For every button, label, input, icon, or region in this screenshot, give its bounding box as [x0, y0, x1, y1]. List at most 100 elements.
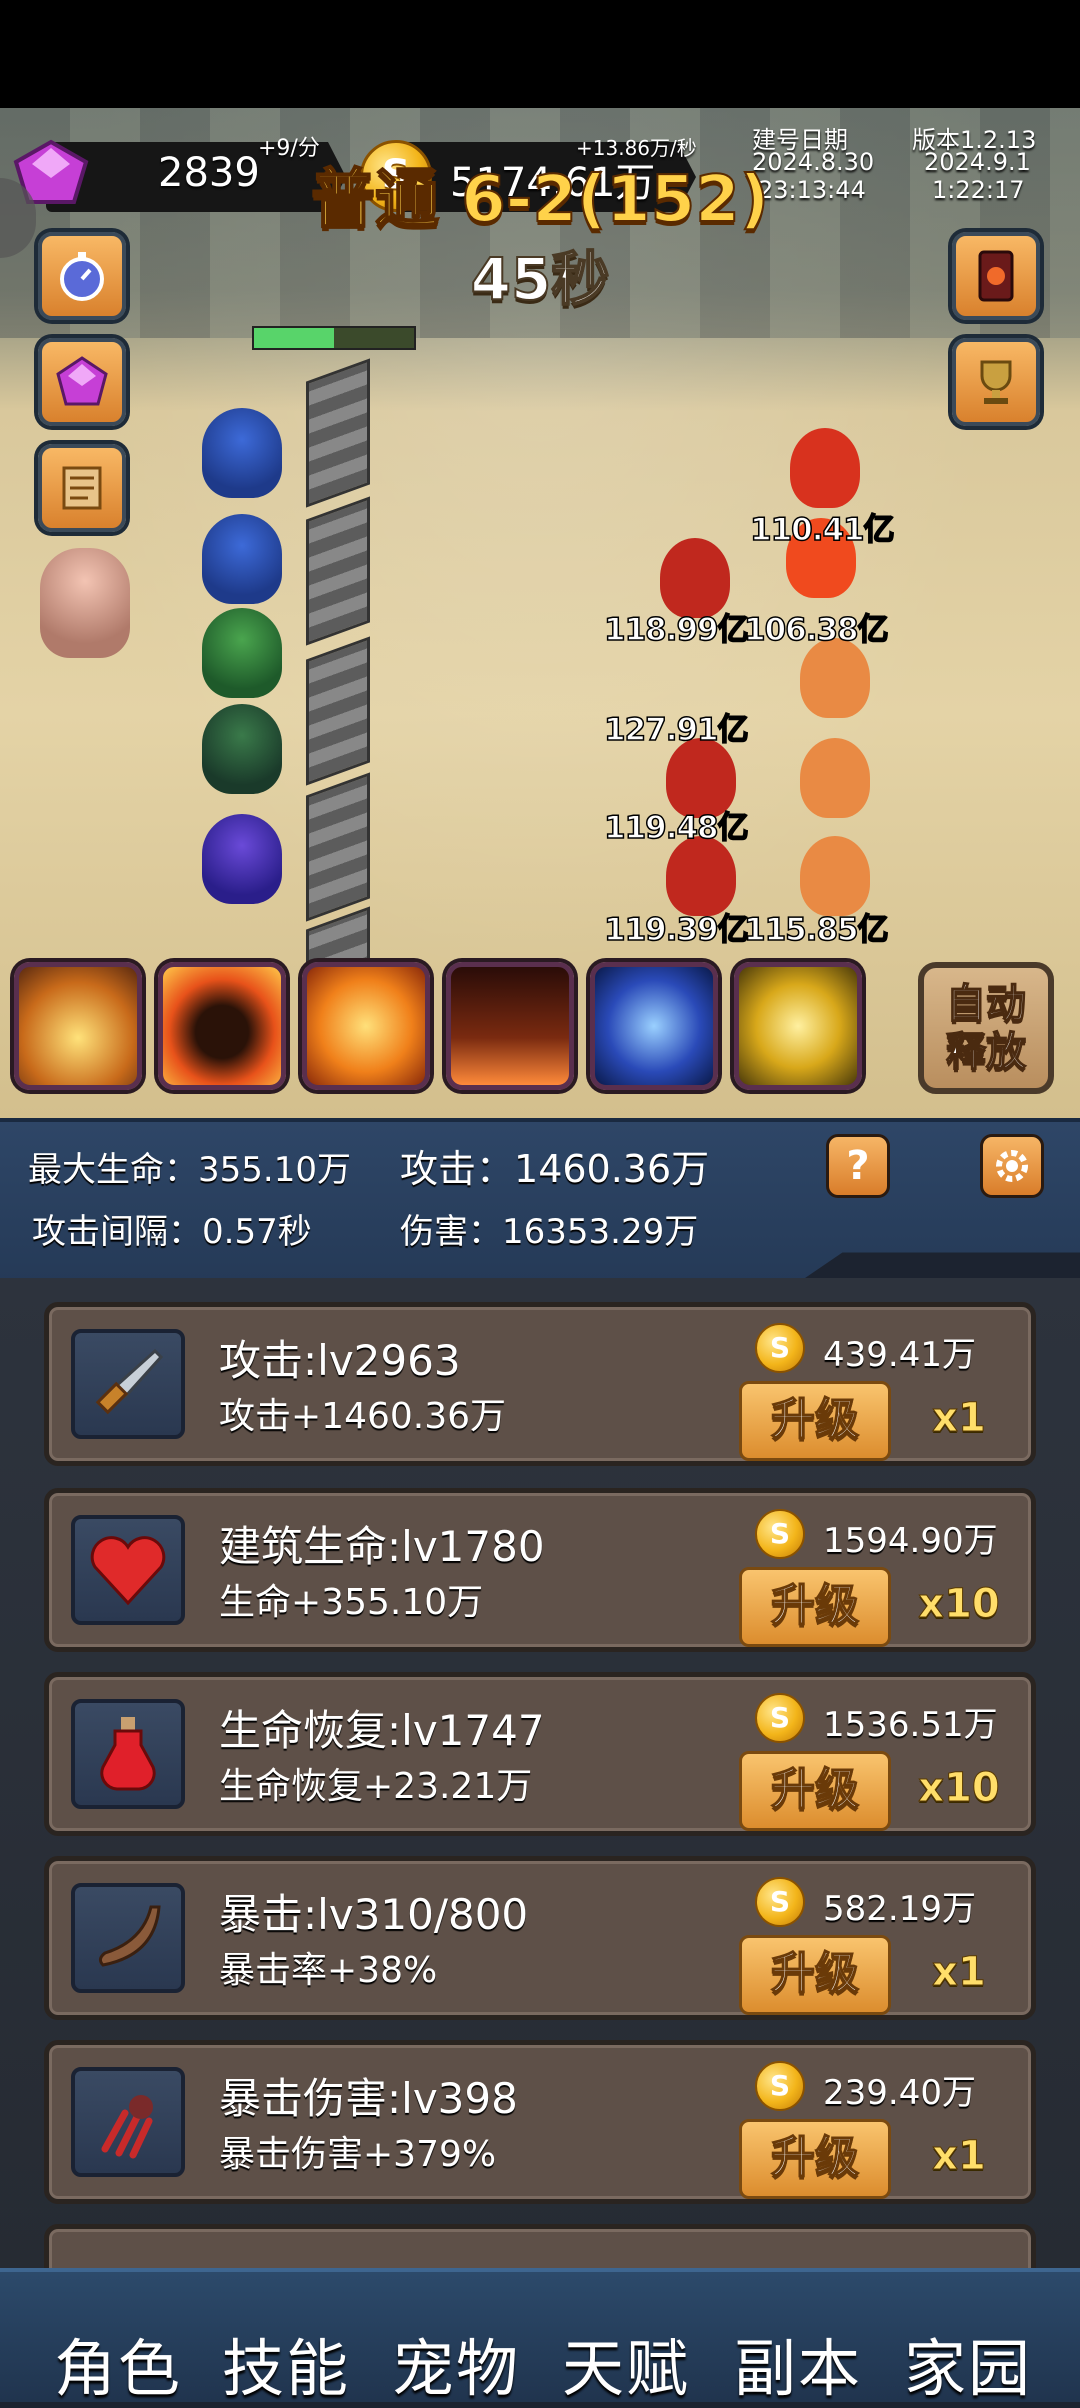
upgrade-list[interactable]: 攻击:lv2963 攻击+1460.36万 S 439.41万 升级 x1 建筑…	[0, 1278, 1080, 2268]
auto-release-button[interactable]: 自动 释放	[918, 962, 1054, 1094]
nav-character[interactable]: 角色	[54, 2318, 182, 2408]
damage-number: 118.99亿	[603, 611, 749, 649]
soldier-unit	[202, 704, 282, 794]
upgrade-cost: 439.41万	[823, 1335, 976, 1375]
upgrade-button[interactable]: 升级	[739, 2119, 891, 2199]
upgrade-card-hp-regen: 生命恢复:lv1747 生命恢复+23.21万 S 1536.51万 升级 x1…	[44, 1672, 1036, 1836]
upgrade-icon	[71, 1329, 185, 1439]
eruption-skill-button[interactable]	[446, 962, 574, 1090]
version-date: 2024.9.1	[924, 148, 1031, 176]
upgrade-button[interactable]: 升级	[739, 1567, 891, 1647]
upgrade-multiplier[interactable]: x1	[909, 1395, 1009, 1442]
max-hp-label: 最大生命：	[28, 1150, 198, 1190]
upgrade-multiplier[interactable]: x10	[909, 1765, 1009, 1812]
vortex-skill-button[interactable]	[734, 962, 862, 1090]
upgrade-multiplier[interactable]: x1	[909, 1949, 1009, 1996]
barricade	[306, 636, 370, 786]
soldier-unit	[202, 408, 282, 498]
max-hp-stat: 最大生命：355.10万	[28, 1142, 351, 1191]
upgrade-effect: 攻击+1460.36万	[219, 1396, 507, 1437]
attack-label: 攻击：	[400, 1147, 515, 1191]
damage-number: 119.39亿	[603, 911, 749, 949]
upgrade-icon	[71, 1883, 185, 1993]
barricade	[306, 496, 370, 646]
interval-label: 攻击间隔：	[32, 1212, 202, 1252]
attack-stat: 攻击：1460.36万	[400, 1138, 709, 1193]
question-icon: ?	[846, 1143, 870, 1189]
upgrade-cost: 582.19万	[823, 1889, 976, 1929]
gold-coin-icon: S	[755, 1693, 805, 1743]
interval-value: 0.57秒	[202, 1212, 312, 1252]
trophy-icon	[980, 360, 1012, 404]
horn-icon	[98, 1905, 161, 1967]
card-button[interactable]	[952, 232, 1040, 320]
max-hp-value: 355.10万	[198, 1150, 351, 1190]
gold-coin-icon: S	[755, 2061, 805, 2111]
scroll-icon	[62, 466, 102, 510]
nav-pets[interactable]: 宠物	[392, 2318, 520, 2408]
damage-number: 106.38亿	[743, 611, 889, 649]
upgrade-button[interactable]: 升级	[739, 1381, 891, 1461]
rage-skill-button[interactable]	[158, 962, 286, 1090]
gem-amount: 2839	[158, 150, 260, 196]
hero-character	[40, 548, 130, 658]
nav-talents[interactable]: 天赋	[562, 2318, 690, 2408]
upgrade-icon	[71, 1699, 185, 1809]
dagger-icon	[95, 1348, 164, 1415]
gem-shop-button[interactable]	[38, 338, 126, 426]
quest-scroll-button[interactable]	[38, 444, 126, 532]
upgrade-multiplier[interactable]: x10	[909, 1581, 1009, 1628]
upgrade-card-attack: 攻击:lv2963 攻击+1460.36万 S 439.41万 升级 x1	[44, 1302, 1036, 1466]
settings-button[interactable]	[980, 1134, 1044, 1198]
upgrade-multiplier[interactable]: x1	[909, 2133, 1009, 2180]
status-bar	[0, 0, 1080, 108]
upgrade-name: 暴击伤害:lv398	[219, 2074, 518, 2123]
upgrade-effect: 生命恢复+23.21万	[219, 1766, 533, 1807]
soldier-unit	[202, 608, 282, 698]
upgrade-card-crit: 暴击:lv310/800 暴击率+38% S 582.19万 升级 x1	[44, 1856, 1036, 2020]
upgrade-effect: 生命+355.10万	[219, 1582, 484, 1623]
gold-coin-icon: S	[755, 1323, 805, 1373]
damage-number: 115.85亿	[743, 911, 889, 949]
stage-title: 普通 6-2(152)	[310, 162, 770, 238]
nav-home[interactable]: 家园	[904, 2318, 1032, 2408]
nav-skills[interactable]: 技能	[222, 2318, 350, 2408]
stage-timer: 45秒	[470, 244, 611, 314]
lightning-skill-button[interactable]	[590, 962, 718, 1090]
trophy-button[interactable]	[952, 338, 1040, 426]
upgrade-card-crit-damage: 暴击伤害:lv398 暴击伤害+379% S 239.40万 升级 x1	[44, 2040, 1036, 2204]
upgrade-name: 建筑生命:lv1780	[219, 1522, 545, 1571]
help-button[interactable]: ?	[826, 1134, 890, 1198]
upgrade-icon	[71, 1515, 185, 1625]
nav-dungeon[interactable]: 副本	[734, 2318, 862, 2408]
damage-number: 110.41亿	[749, 511, 895, 549]
fire-demon-skill-button[interactable]	[302, 962, 430, 1090]
upgrade-card-partial	[44, 2224, 1036, 2268]
upgrade-name: 暴击:lv310/800	[219, 1890, 529, 1939]
shockwave-skill-button[interactable]	[14, 962, 142, 1090]
stopwatch-button[interactable]	[38, 232, 126, 320]
upgrade-button[interactable]: 升级	[739, 1751, 891, 1831]
enemy-unit	[800, 738, 870, 818]
barricade	[306, 358, 370, 508]
damage-stat: 伤害：16353.29万	[400, 1204, 698, 1253]
claw-icon	[101, 2095, 153, 2159]
damage-label: 伤害：	[400, 1212, 502, 1252]
damage-value: 16353.29万	[502, 1212, 699, 1252]
gold-coin-icon: S	[755, 1509, 805, 1559]
card-icon	[978, 250, 1014, 302]
potion-icon	[100, 1717, 156, 1791]
attack-value: 1460.36万	[514, 1147, 710, 1191]
upgrade-effect: 暴击率+38%	[219, 1950, 438, 1991]
gold-coin-icon: S	[755, 1877, 805, 1927]
upgrade-icon	[71, 2067, 185, 2177]
upgrade-button[interactable]: 升级	[739, 1935, 891, 2015]
enemy-unit	[800, 638, 870, 718]
damage-number: 119.48亿	[603, 809, 749, 847]
version-time: 1:22:17	[932, 176, 1025, 204]
gem-icon	[56, 356, 108, 406]
soldier-unit	[202, 814, 282, 904]
upgrade-card-building-hp: 建筑生命:lv1780 生命+355.10万 S 1594.90万 升级 x10	[44, 1488, 1036, 1652]
stopwatch-icon	[60, 252, 104, 301]
enemy-unit	[790, 428, 860, 508]
